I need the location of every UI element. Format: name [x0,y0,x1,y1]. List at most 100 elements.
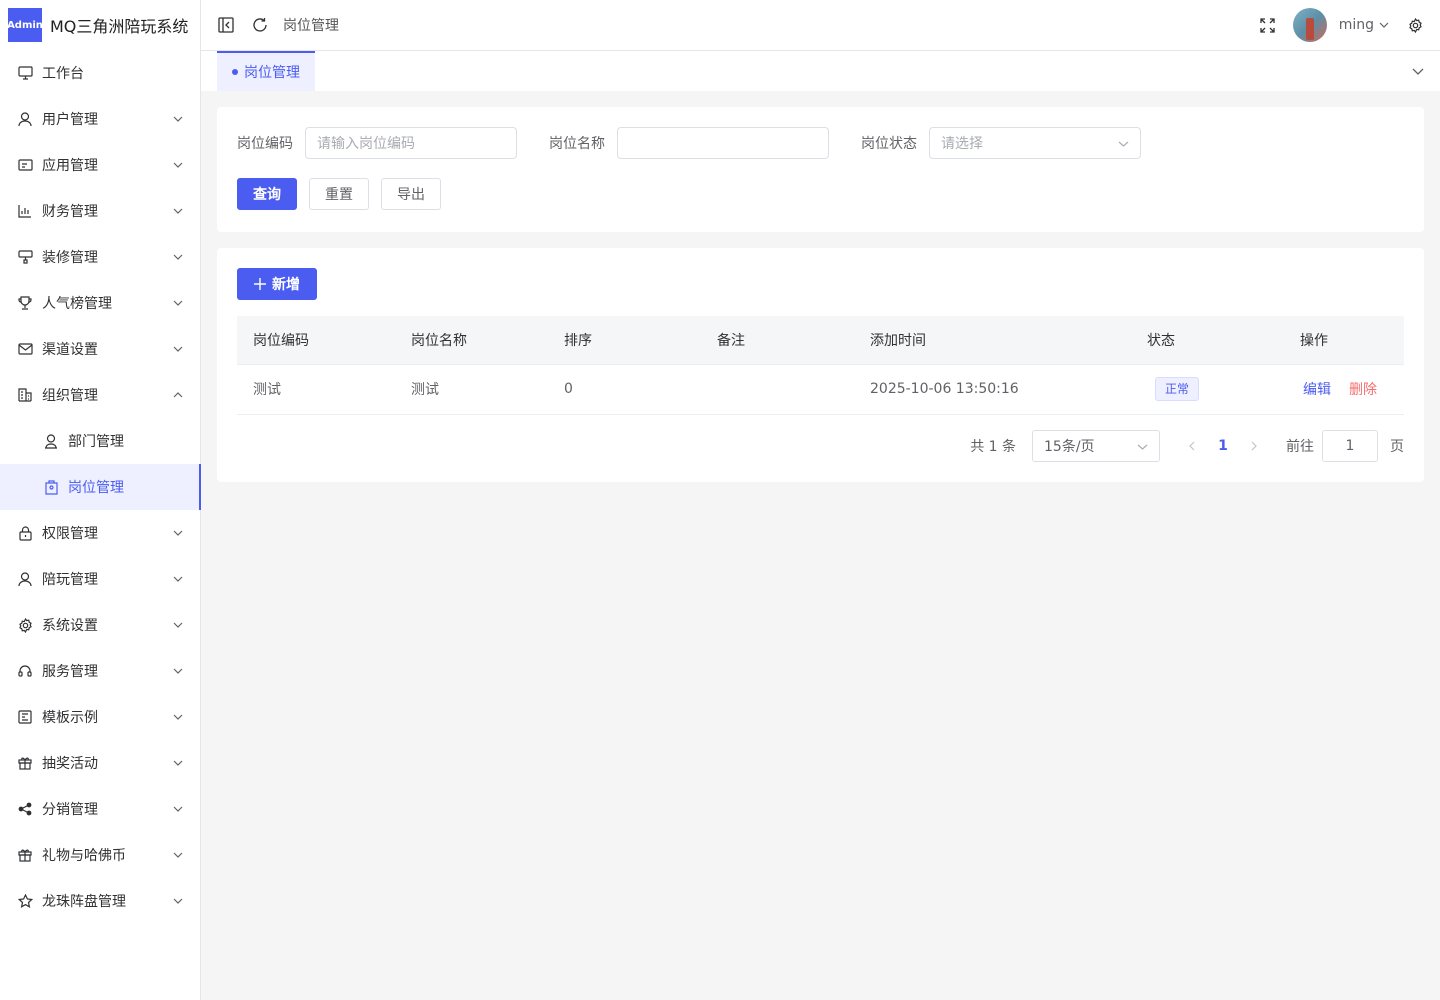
collapse-sidebar-icon[interactable] [217,16,235,34]
sidebar-item-gifts[interactable]: 礼物与哈佛币 [0,832,200,878]
cell-code: 测试 [237,364,395,415]
query-button[interactable]: 查询 [237,178,297,210]
chevron-down-icon[interactable] [1378,16,1390,34]
sidebar-item-departments[interactable]: 部门管理 [0,418,200,464]
tabs-bar: 岗位管理 [201,51,1440,91]
gift-icon [17,755,33,771]
lock-icon [17,525,33,541]
sidebar-item-label: 组织管理 [42,388,98,404]
page-size-value: 15条/页 [1044,439,1095,455]
tab-label: 岗位管理 [244,65,300,81]
search-panel: 岗位编码 请输入岗位编码 岗位名称 岗位状态 请选择 查询 重置 导出 [217,107,1424,232]
sidebar-item-label: 抽奖活动 [42,756,98,772]
chevron-down-icon [172,803,184,815]
pagination-total: 共 1 条 [970,439,1016,455]
sidebar-item-templates[interactable]: 模板示例 [0,694,200,740]
chevron-down-icon [1118,135,1129,151]
sidebar-item-label: 人气榜管理 [42,296,112,312]
sidebar-item-popularity[interactable]: 人气榜管理 [0,280,200,326]
add-button[interactable]: 新增 [237,268,317,300]
cell-time: 2025-10-06 13:50:16 [854,364,1131,415]
sidebar-item-channels[interactable]: 渠道设置 [0,326,200,372]
sidebar-item-label: 工作台 [42,66,84,82]
sidebar-item-services[interactable]: 服务管理 [0,648,200,694]
chevron-down-icon [172,297,184,309]
badge-icon [43,479,59,495]
export-button[interactable]: 导出 [381,178,441,210]
cell-sort: 0 [548,364,701,415]
table-header-row: 岗位编码 岗位名称 排序 备注 添加时间 状态 操作 [237,316,1404,365]
sidebar-item-label: 财务管理 [42,204,98,220]
sidebar-item-permissions[interactable]: 权限管理 [0,510,200,556]
column-header: 添加时间 [854,316,1131,365]
sidebar-item-label: 应用管理 [42,158,98,174]
fullscreen-icon[interactable] [1259,16,1277,34]
sidebar-item-label: 权限管理 [42,526,98,542]
goto-label: 前往 [1286,439,1314,455]
sidebar-item-label: 部门管理 [68,434,124,450]
office-icon [17,387,33,403]
column-header: 岗位编码 [237,316,395,365]
sidebar-item-label: 陪玩管理 [42,572,98,588]
sidebar-item-decoration[interactable]: 装修管理 [0,234,200,280]
column-header: 状态 [1131,316,1284,365]
page-number-current[interactable]: 1 [1208,438,1238,454]
code-placeholder: 请输入岗位编码 [317,136,415,152]
chevron-down-icon [172,619,184,631]
sidebar-item-users[interactable]: 用户管理 [0,96,200,142]
edit-link[interactable]: 编辑 [1303,382,1331,398]
status-select[interactable]: 请选择 [929,127,1141,159]
sidebar: Admin MQ三角洲陪玩系统 工作台 用户管理 应用管理 财务管理 装修管理 [0,0,201,1000]
username[interactable]: ming [1339,17,1374,33]
trophy-icon [17,295,33,311]
tabs-more-chevron-icon[interactable] [1410,63,1426,79]
chevron-down-icon [172,849,184,861]
reset-button[interactable]: 重置 [309,178,369,210]
sidebar-item-label: 服务管理 [42,664,98,680]
chevron-up-icon [172,389,184,401]
sidebar-item-dragonball[interactable]: 龙珠阵盘管理 [0,878,200,924]
chevron-down-icon [172,527,184,539]
gear-icon[interactable] [1406,16,1424,34]
sidebar-item-label: 用户管理 [42,112,98,128]
page-size-select[interactable]: 15条/页 [1032,430,1160,462]
sidebar-item-label: 礼物与哈佛币 [42,848,126,864]
sidebar-item-finance[interactable]: 财务管理 [0,188,200,234]
goto-page-input[interactable]: 1 [1322,430,1378,462]
sidebar-item-apps[interactable]: 应用管理 [0,142,200,188]
code-field-group: 岗位编码 请输入岗位编码 [237,127,517,159]
sidebar-item-system[interactable]: 系统设置 [0,602,200,648]
chevron-down-icon [172,573,184,585]
next-page-icon[interactable] [1242,434,1266,458]
sidebar-item-positions[interactable]: 岗位管理 [0,464,201,510]
app-title: MQ三角洲陪玩系统 [50,17,189,36]
sidebar-item-distribution[interactable]: 分销管理 [0,786,200,832]
delete-link[interactable]: 删除 [1349,382,1377,398]
page-suffix: 页 [1390,439,1404,455]
sidebar-item-companions[interactable]: 陪玩管理 [0,556,200,602]
sidebar-item-workbench[interactable]: 工作台 [0,50,200,96]
column-header: 操作 [1284,316,1404,365]
avatar[interactable] [1292,8,1327,42]
user-icon [17,111,33,127]
status-badge: 正常 [1155,377,1200,401]
name-input[interactable] [617,127,829,159]
logo[interactable]: Admin MQ三角洲陪玩系统 [0,0,200,50]
cell-actions: 编辑 删除 [1284,364,1404,415]
column-header: 备注 [701,316,854,365]
sidebar-item-organization[interactable]: 组织管理 [0,372,200,418]
header-right: ming [1259,8,1440,42]
tab-positions[interactable]: 岗位管理 [217,51,315,91]
sidebar-menu: 工作台 用户管理 应用管理 财务管理 装修管理 人气榜管理 渠道设置 组织管理 … [0,50,201,924]
sidebar-item-label: 模板示例 [42,710,98,726]
sidebar-item-lottery[interactable]: 抽奖活动 [0,740,200,786]
code-input[interactable]: 请输入岗位编码 [305,127,517,159]
refresh-icon[interactable] [251,16,269,34]
status-field-group: 岗位状态 请选择 [861,127,1141,159]
brush-icon [17,249,33,265]
code-label: 岗位编码 [237,136,293,152]
chevron-down-icon [172,251,184,263]
prev-page-icon[interactable] [1180,434,1204,458]
table-row: 测试 测试 0 2025-10-06 13:50:16 正常 编辑 删除 [237,364,1404,415]
headset-icon [17,663,33,679]
